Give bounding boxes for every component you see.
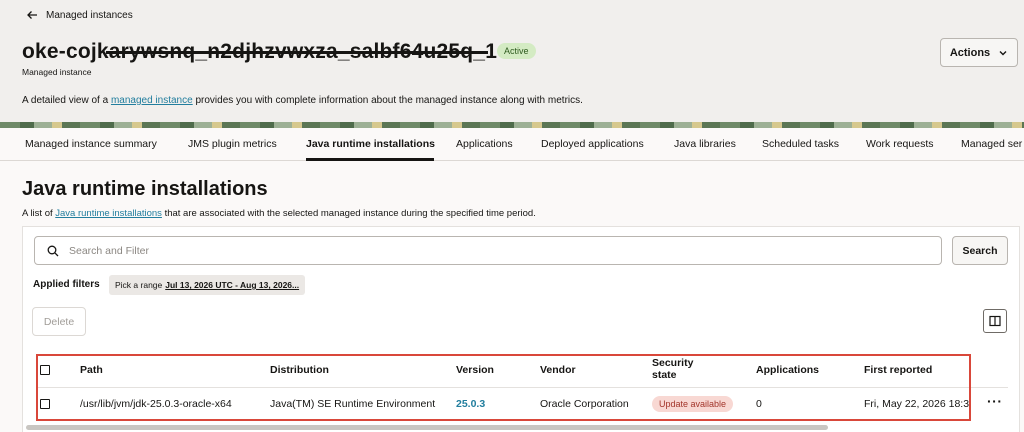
section-description: A list of Java runtime installations tha…	[22, 208, 536, 219]
status-badge: Active	[497, 43, 536, 59]
search-button[interactable]: Search	[952, 236, 1008, 265]
column-header-version[interactable]: Version	[456, 364, 494, 376]
column-header-first-reported[interactable]: First reported	[864, 364, 932, 376]
tab-applications[interactable]: Applications	[456, 138, 513, 150]
security-state-badge: Update available	[652, 396, 734, 412]
column-header-security-state[interactable]: Security state	[652, 357, 693, 381]
tab-scheduled-tasks[interactable]: Scheduled tasks	[762, 138, 839, 150]
active-tab-indicator	[306, 158, 434, 161]
delete-button[interactable]: Delete	[32, 307, 86, 336]
cell-vendor: Oracle Corporation	[540, 398, 629, 410]
cell-path: /usr/lib/jvm/jdk-25.0.3-oracle-x64	[80, 398, 232, 410]
back-link-label: Managed instances	[46, 9, 133, 21]
tab-java-runtime-installations[interactable]: Java runtime installations	[306, 138, 435, 150]
row-select-checkbox[interactable]	[40, 399, 50, 409]
cell-version-link[interactable]: 25.0.3	[456, 398, 485, 410]
columns-button[interactable]	[983, 309, 1007, 333]
tab-managed-instance-summary[interactable]: Managed instance summary	[25, 138, 157, 150]
cell-first-reported: Fri, May 22, 2026 18:3	[864, 398, 970, 410]
back-link[interactable]: Managed instances	[26, 9, 133, 21]
tab-java-libraries[interactable]: Java libraries	[674, 138, 736, 150]
tab-managed-services[interactable]: Managed ser	[961, 138, 1022, 150]
tab-jms-plugin-metrics[interactable]: JMS plugin metrics	[188, 138, 277, 150]
page-subtitle: Managed instance	[22, 67, 92, 77]
table-row-divider	[38, 387, 1008, 388]
search-input[interactable]	[69, 244, 909, 257]
select-all-checkbox[interactable]	[40, 365, 50, 375]
column-header-vendor[interactable]: Vendor	[540, 364, 576, 376]
section-title: Java runtime installations	[22, 178, 268, 200]
redaction-strike	[106, 51, 488, 54]
date-range-value: Jul 13, 2026 UTC - Aug 13, 2026...	[165, 280, 300, 290]
applied-filters-label: Applied filters	[33, 279, 100, 290]
actions-button[interactable]: Actions	[940, 38, 1018, 67]
column-header-applications[interactable]: Applications	[756, 364, 819, 376]
cell-applications: 0	[756, 398, 762, 410]
column-header-distribution[interactable]: Distribution	[270, 364, 329, 376]
java-runtime-installations-link[interactable]: Java runtime installations	[55, 208, 162, 219]
columns-icon	[989, 315, 1001, 327]
search-icon	[47, 245, 59, 256]
arrow-left-icon	[27, 11, 37, 19]
cell-distribution: Java(TM) SE Runtime Environment	[270, 398, 436, 410]
chevron-down-icon	[999, 50, 1007, 55]
date-range-filter-chip[interactable]: Pick a range Jul 13, 2026 UTC - Aug 13, 2…	[109, 275, 306, 295]
search-field[interactable]	[34, 236, 942, 265]
actions-button-label: Actions	[949, 46, 991, 59]
tab-work-requests[interactable]: Work requests	[866, 138, 934, 150]
managed-instance-link[interactable]: managed instance	[111, 95, 193, 106]
row-actions-menu-icon[interactable]: ···	[987, 393, 1003, 409]
tab-deployed-applications[interactable]: Deployed applications	[541, 138, 644, 150]
horizontal-scrollbar[interactable]	[26, 425, 828, 430]
page-description: A detailed view of a managed instance pr…	[22, 95, 583, 106]
tab-bar: Managed instance summary JMS plugin metr…	[0, 128, 1024, 161]
column-header-path[interactable]: Path	[80, 364, 103, 376]
